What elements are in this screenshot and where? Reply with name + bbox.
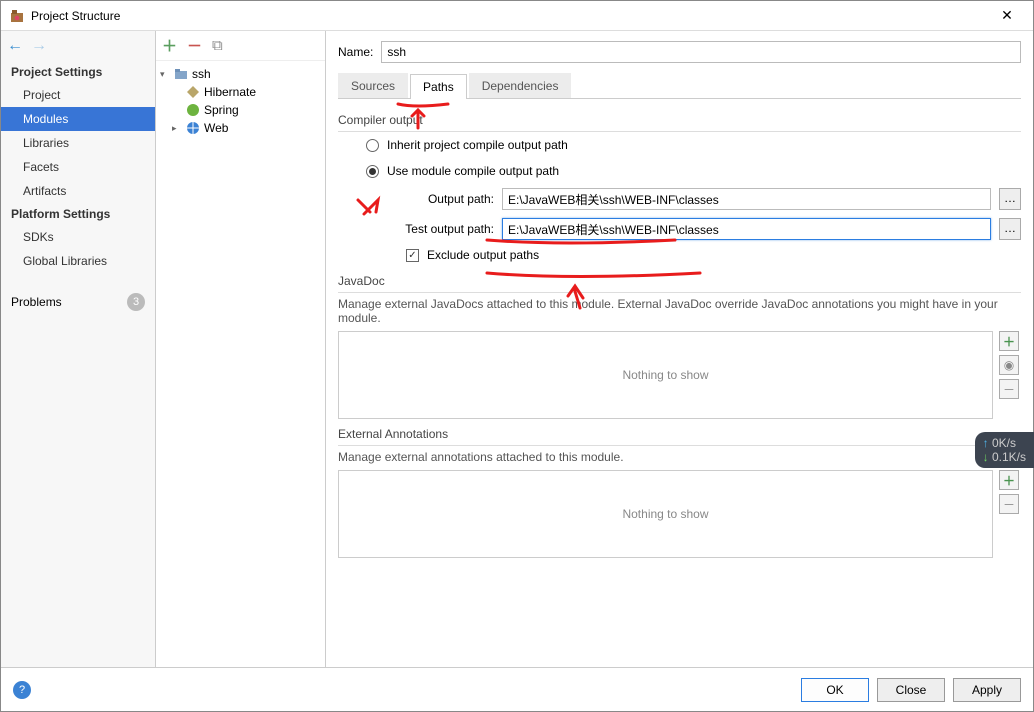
- browse-button[interactable]: …: [999, 218, 1021, 240]
- window-title: Project Structure: [31, 9, 120, 23]
- expand-icon[interactable]: ▸: [172, 123, 182, 134]
- radio-checked-icon[interactable]: [366, 165, 379, 178]
- use-module-label: Use module compile output path: [387, 164, 559, 178]
- tree-label: Web: [204, 121, 228, 135]
- close-button[interactable]: Close: [877, 678, 945, 702]
- nav-item-sdks[interactable]: SDKs: [1, 225, 155, 249]
- problems-label: Problems: [11, 295, 62, 309]
- tab-dependencies[interactable]: Dependencies: [469, 73, 572, 98]
- app-icon: [9, 8, 25, 24]
- add-icon[interactable]: ＋: [999, 470, 1019, 490]
- tree-row-spring[interactable]: Spring: [156, 101, 325, 119]
- nav-item-facets[interactable]: Facets: [1, 155, 155, 179]
- body: ← → Project Settings Project Modules Lib…: [1, 31, 1033, 667]
- nav-item-artifacts[interactable]: Artifacts: [1, 179, 155, 203]
- test-output-path-row: Test output path: …: [338, 214, 1021, 244]
- add-icon[interactable]: ＋: [162, 35, 177, 56]
- inherit-label: Inherit project compile output path: [387, 138, 568, 152]
- nav-item-project[interactable]: Project: [1, 83, 155, 107]
- test-output-path-label: Test output path:: [386, 222, 494, 236]
- tree-row-root[interactable]: ▾ ssh: [156, 65, 325, 83]
- empty-text: Nothing to show: [622, 368, 708, 382]
- module-tree-pane: ＋ － ⧉ ▾ ssh Hibernate Spring: [156, 31, 326, 667]
- output-path-input[interactable]: [502, 188, 991, 210]
- tabs: Sources Paths Dependencies: [338, 73, 1021, 99]
- ok-button[interactable]: OK: [801, 678, 869, 702]
- compiler-output-heading: Compiler output: [338, 109, 1021, 132]
- inherit-radio-row[interactable]: Inherit project compile output path: [338, 132, 1021, 158]
- ext-anno-list[interactable]: Nothing to show: [338, 470, 993, 558]
- exclude-row[interactable]: ✓ Exclude output paths: [338, 244, 1021, 266]
- nav-item-libraries[interactable]: Libraries: [1, 131, 155, 155]
- globe-icon[interactable]: ◉: [999, 355, 1019, 375]
- download-speed: 0.1K/s: [983, 450, 1026, 464]
- checkbox-checked-icon[interactable]: ✓: [406, 249, 419, 262]
- tree-label: ssh: [192, 67, 211, 81]
- radio-unchecked-icon[interactable]: [366, 139, 379, 152]
- titlebar: Project Structure ✕: [1, 1, 1033, 31]
- nav-item-modules[interactable]: Modules: [1, 107, 155, 131]
- tree-label: Spring: [204, 103, 239, 117]
- problems-badge: 3: [127, 293, 145, 311]
- name-label: Name:: [338, 45, 373, 59]
- copy-icon[interactable]: ⧉: [212, 37, 223, 54]
- add-icon[interactable]: ＋: [999, 331, 1019, 351]
- project-structure-window: Project Structure ✕ ← → Project Settings…: [0, 0, 1034, 712]
- remove-icon[interactable]: －: [187, 35, 202, 56]
- left-nav: ← → Project Settings Project Modules Lib…: [1, 31, 156, 667]
- forward-icon[interactable]: →: [31, 37, 47, 55]
- ext-anno-heading: External Annotations: [338, 423, 1021, 446]
- nav-toolbar: ← →: [1, 31, 155, 61]
- tree-row-web[interactable]: ▸ Web: [156, 119, 325, 137]
- expand-icon[interactable]: ▾: [160, 69, 170, 80]
- project-settings-heading: Project Settings: [1, 61, 155, 83]
- test-output-path-input[interactable]: [502, 218, 991, 240]
- main-panel: Name: Sources Paths Dependencies Compile…: [326, 31, 1033, 667]
- tab-paths[interactable]: Paths: [410, 74, 467, 99]
- web-icon: [186, 121, 200, 135]
- name-input[interactable]: [381, 41, 1021, 63]
- use-module-radio-row[interactable]: Use module compile output path: [338, 158, 1021, 184]
- close-icon[interactable]: ✕: [989, 7, 1025, 24]
- content-scroll[interactable]: Compiler output Inherit project compile …: [326, 105, 1033, 667]
- back-icon[interactable]: ←: [7, 37, 23, 55]
- ext-anno-desc: Manage external annotations attached to …: [338, 446, 1021, 470]
- footer: ? OK Close Apply: [1, 667, 1033, 711]
- help-icon[interactable]: ?: [13, 681, 31, 699]
- output-path-row: Output path: …: [338, 184, 1021, 214]
- spring-icon: [186, 103, 200, 117]
- folder-icon: [174, 67, 188, 81]
- network-speed-overlay: 0K/s 0.1K/s: [975, 432, 1034, 468]
- javadoc-list[interactable]: Nothing to show: [338, 331, 993, 419]
- browse-button[interactable]: …: [999, 188, 1021, 210]
- apply-button[interactable]: Apply: [953, 678, 1021, 702]
- hibernate-icon: [186, 85, 200, 99]
- nav-item-problems[interactable]: Problems 3: [1, 287, 155, 317]
- tree-toolbar: ＋ － ⧉: [156, 31, 325, 61]
- javadoc-heading: JavaDoc: [338, 270, 1021, 293]
- output-path-label: Output path:: [386, 192, 494, 206]
- remove-icon[interactable]: －: [999, 379, 1019, 399]
- javadoc-desc: Manage external JavaDocs attached to thi…: [338, 293, 1021, 331]
- platform-settings-heading: Platform Settings: [1, 203, 155, 225]
- remove-icon[interactable]: －: [999, 494, 1019, 514]
- tab-sources[interactable]: Sources: [338, 73, 408, 98]
- module-tree: ▾ ssh Hibernate Spring ▸: [156, 61, 325, 141]
- exclude-label: Exclude output paths: [427, 248, 539, 262]
- upload-speed: 0K/s: [983, 436, 1026, 450]
- name-row: Name:: [338, 41, 1021, 63]
- empty-text: Nothing to show: [622, 507, 708, 521]
- nav-item-global-libraries[interactable]: Global Libraries: [1, 249, 155, 273]
- tree-row-hibernate[interactable]: Hibernate: [156, 83, 325, 101]
- tree-label: Hibernate: [204, 85, 256, 99]
